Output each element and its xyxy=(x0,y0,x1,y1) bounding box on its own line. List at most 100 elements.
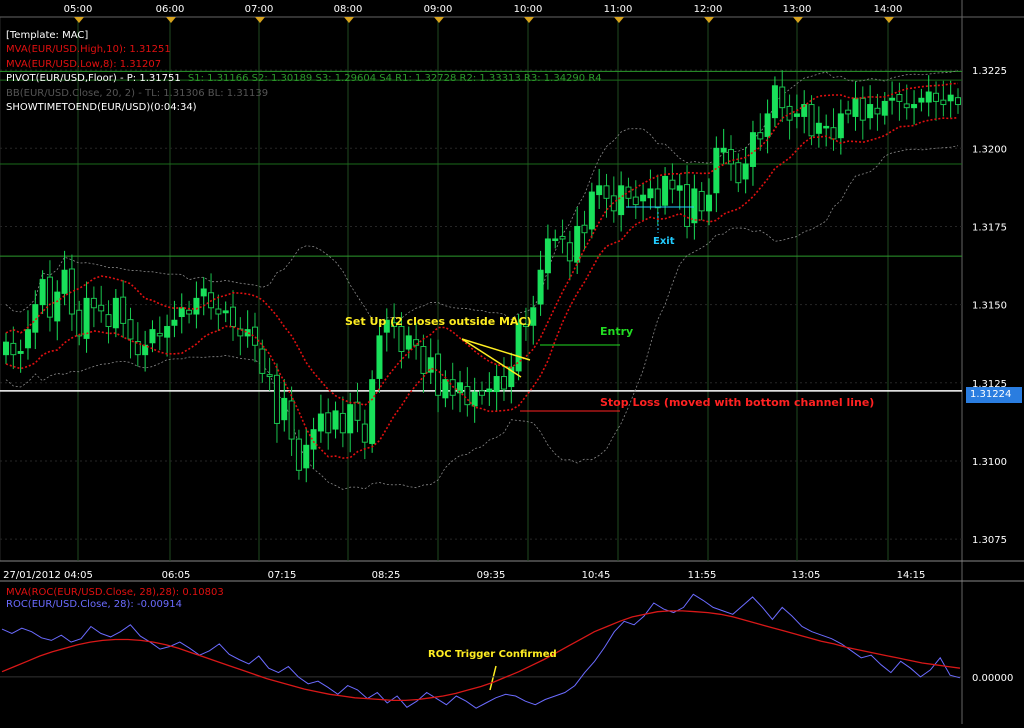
bottom-time-label: 06:05 xyxy=(162,570,191,581)
legend-pivot-row: PIVOT(EUR/USD,Floor) - P: 1.31751 S1: 1.… xyxy=(6,72,602,86)
price-tick-label: 1.3075 xyxy=(972,535,1007,546)
top-time-label: 11:00 xyxy=(604,4,633,15)
candle-body xyxy=(215,308,222,315)
candle-body xyxy=(823,125,830,129)
candle-body xyxy=(273,374,280,424)
candle-body xyxy=(566,242,573,262)
candle-body xyxy=(684,184,691,227)
candle-body xyxy=(647,188,654,199)
candle-body xyxy=(325,412,332,434)
candle-body xyxy=(933,92,940,102)
candle-body xyxy=(552,238,559,241)
annotations xyxy=(461,206,694,691)
candle-body xyxy=(376,335,383,379)
bottom-time-label: 07:15 xyxy=(268,570,297,581)
candle-body xyxy=(149,329,156,344)
legend-line: PIVOT(EUR/USD,Floor) - P: 1.31751 xyxy=(6,73,181,85)
candle-body xyxy=(874,107,881,115)
candle-body xyxy=(164,326,171,338)
candle-body xyxy=(749,132,756,167)
candle-body xyxy=(742,163,749,180)
candle-body xyxy=(251,326,258,346)
candle-body xyxy=(259,348,266,374)
candle-body xyxy=(500,376,507,390)
candle-body xyxy=(178,307,185,318)
candle-body xyxy=(76,309,83,337)
candle-body xyxy=(713,147,720,194)
candle-body xyxy=(544,238,551,274)
candle-body xyxy=(317,413,324,432)
candle-body xyxy=(925,91,932,103)
candle-body xyxy=(881,100,888,116)
candle-body xyxy=(603,185,610,199)
candle-body xyxy=(955,97,961,106)
candle-body xyxy=(303,444,310,469)
candle-body xyxy=(588,191,595,230)
session-marker-icon xyxy=(434,17,444,23)
candle-body xyxy=(852,97,859,117)
price-tick-label: 1.3225 xyxy=(972,66,1007,77)
roc-trigger-annotation: ROC Trigger Confirmed xyxy=(428,649,557,660)
setup-annotation: Set Up (2 closes outside MAC) xyxy=(345,315,532,328)
candle-body xyxy=(735,162,742,184)
candle-body xyxy=(347,404,354,434)
roc-trigger-pointer-line xyxy=(489,665,497,691)
candle-body xyxy=(281,397,288,421)
price-tick-label: 1.3200 xyxy=(972,144,1007,155)
top-time-label: 07:00 xyxy=(245,4,274,15)
candle-body xyxy=(779,86,786,109)
candle-body xyxy=(764,113,771,137)
top-time-label: 05:00 xyxy=(64,4,93,15)
candle-body xyxy=(918,97,925,103)
candle-body xyxy=(442,379,449,399)
candle-body xyxy=(706,194,713,212)
candle-body xyxy=(808,104,815,137)
session-marker-icon xyxy=(524,17,534,23)
candle-body xyxy=(837,113,844,139)
candle-body xyxy=(156,332,163,337)
session-marker-icon xyxy=(74,17,84,23)
candle-body xyxy=(845,109,852,115)
legend-line: MVA(EUR/USD.High,10): 1.31251 xyxy=(6,44,171,56)
candle-body xyxy=(332,410,339,430)
exit-annotation: Exit xyxy=(653,236,675,247)
session-marker-icon xyxy=(614,17,624,23)
session-marker-icon xyxy=(884,17,894,23)
candle-body xyxy=(420,346,427,374)
candle-body xyxy=(757,132,764,140)
session-marker-icon xyxy=(166,17,176,23)
bollinger-bands xyxy=(5,70,959,490)
candle-body xyxy=(10,342,17,356)
candle-body xyxy=(537,269,544,305)
candle-body xyxy=(61,269,68,294)
candlesticks xyxy=(3,70,961,483)
session-marker-icon xyxy=(793,17,803,23)
candle-body xyxy=(83,297,90,339)
setup-pointer-line xyxy=(461,338,522,378)
top-time-label: 14:00 xyxy=(874,4,903,15)
price-tick-label: 1.3175 xyxy=(972,222,1007,233)
price-tick-label: 1.3150 xyxy=(972,301,1007,312)
legend-line: S1: 1.31166 S2: 1.30189 S3: 1.29604 S4 R… xyxy=(187,73,602,85)
top-time-label: 13:00 xyxy=(783,4,812,15)
candle-body xyxy=(354,401,361,421)
bottom-time-label: 27/01/2012 04:05 xyxy=(3,570,93,581)
legend-line: SHOWTIMETOEND(EUR/USD)(0:04:34) xyxy=(6,102,197,114)
bottom-time-label: 09:35 xyxy=(477,570,506,581)
candle-body xyxy=(574,225,581,263)
candle-body xyxy=(127,319,134,340)
candle-body xyxy=(120,296,127,324)
top-time-label: 10:00 xyxy=(514,4,543,15)
top-time-label: 12:00 xyxy=(694,4,723,15)
candle-body xyxy=(889,97,896,101)
top-time-label: 08:00 xyxy=(334,4,363,15)
candle-body xyxy=(859,97,866,121)
bottom-time-label: 10:45 xyxy=(582,570,611,581)
mva-high-line xyxy=(5,82,959,407)
session-marker-icon xyxy=(704,17,714,23)
candle-body xyxy=(720,147,727,153)
candle-body xyxy=(54,291,61,322)
bottom-time-label: 08:25 xyxy=(372,570,401,581)
candle-body xyxy=(186,309,193,315)
forex-chart: 05:00 06:00 07:00 08:00 09:00 10:00 11:00 12:00… xyxy=(0,0,1024,724)
